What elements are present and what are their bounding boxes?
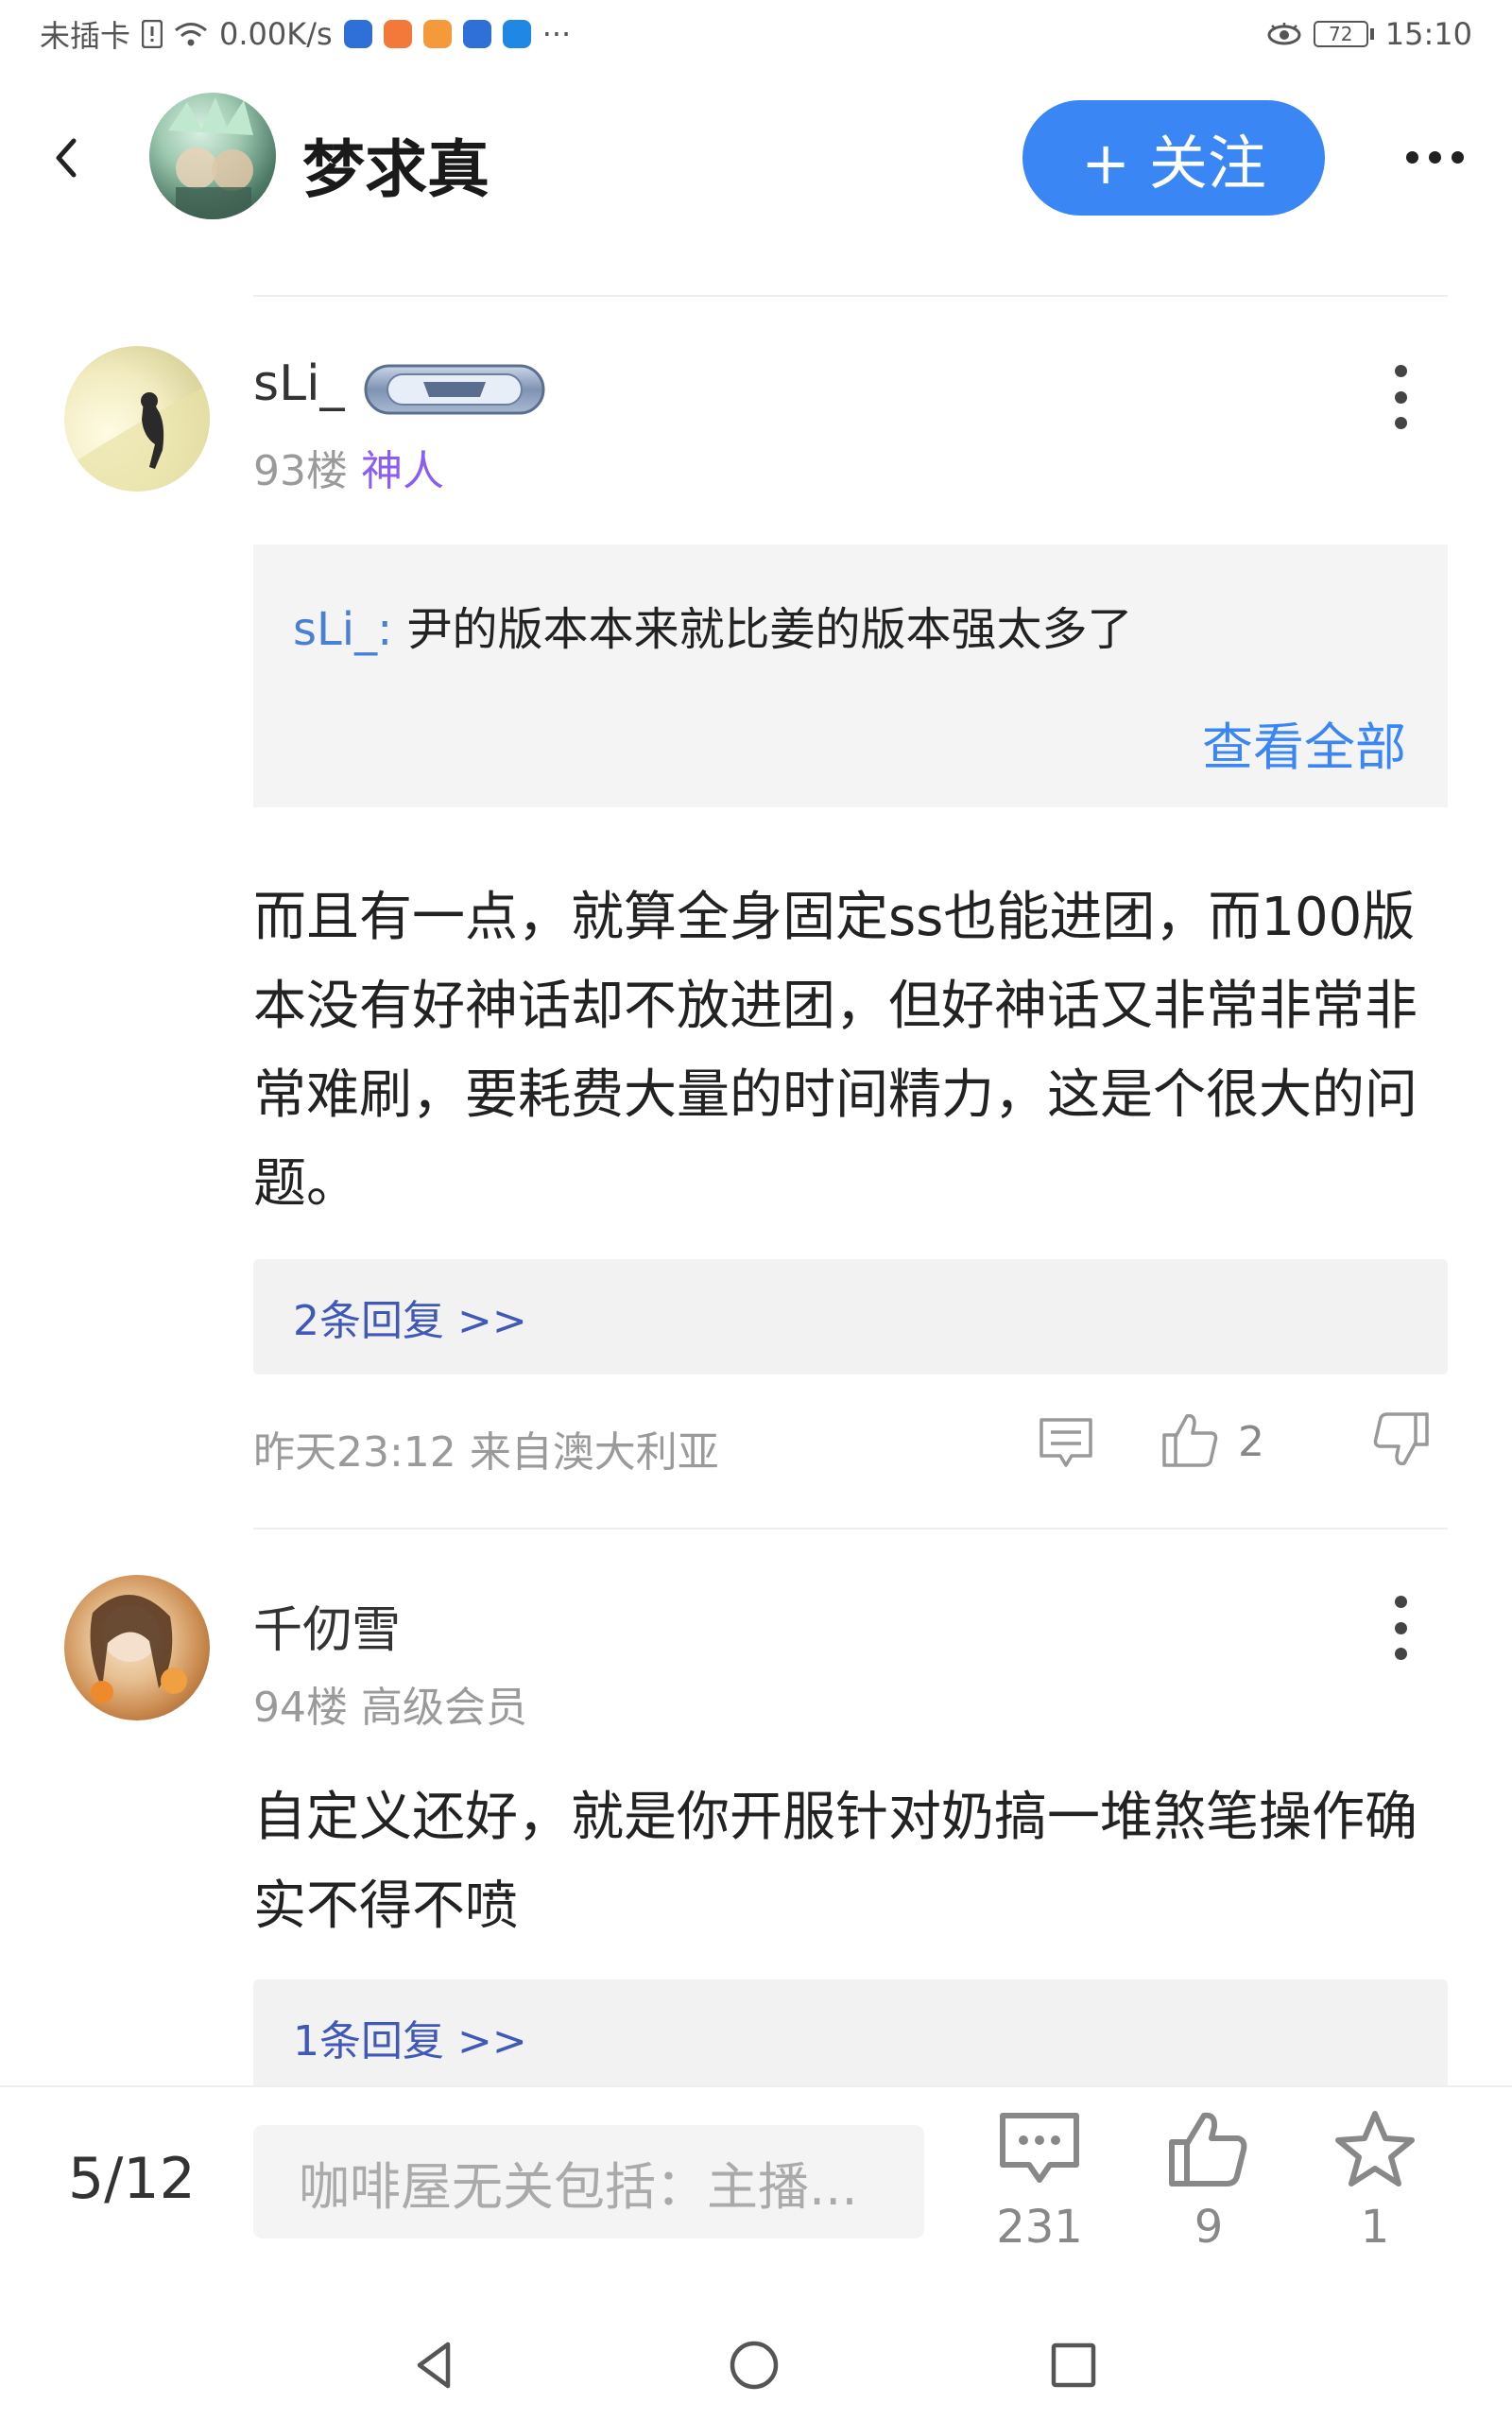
chevron-left-icon	[56, 138, 77, 178]
post-content: 而且有一点，就算全身固定ss也能进团，而100版本没有好神话却不放进团，但好神话…	[253, 887, 1418, 1215]
quoted-reply[interactable]: sLi_: 尹的版本本来就比姜的版本强太多了 查看全部	[253, 544, 1448, 807]
level-badge-icon	[364, 364, 545, 415]
floor-more-button[interactable]	[1380, 359, 1421, 435]
status-bar: 未插卡 0.00K/s ··· 72 15:10	[0, 0, 1512, 68]
page-indicator[interactable]: 5/12	[68, 2146, 196, 2212]
floor-more-button[interactable]	[1380, 1590, 1421, 1666]
post-meta: 昨天23:12 来自澳大利亚 2	[253, 1412, 1453, 1477]
user-avatar-image	[64, 384, 210, 492]
post-time: 昨天23:12	[253, 1428, 456, 1477]
like-count: 2	[1238, 1418, 1264, 1466]
reply-input[interactable]: 咖啡屋无关包括：主播...	[253, 2125, 924, 2238]
dot	[1428, 150, 1441, 164]
clock: 15:10	[1384, 16, 1472, 52]
thread-header: 梦求真 + 关注	[0, 85, 1512, 227]
wifi-icon	[175, 23, 207, 46]
more-notifications-icon: ···	[541, 16, 572, 52]
replies-link[interactable]: 2条回复 >>	[253, 1259, 1448, 1374]
battery-icon: 72	[1313, 21, 1374, 47]
post-time-location: 昨天23:12 来自澳大利亚	[253, 1418, 719, 1478]
app-notification-icon	[343, 20, 372, 48]
user-title: 高级会员	[361, 1684, 527, 1732]
dot	[1405, 150, 1418, 164]
username[interactable]: sLi_	[253, 355, 345, 412]
post-content: 自定义还好，就是你开服针对奶搞一堆煞笔操作确实不得不喷	[253, 1787, 1418, 1937]
replies-link[interactable]: 1条回复 >>	[253, 1979, 1448, 2095]
comment-icon	[1000, 2113, 1079, 2183]
bottom-action-bar: 5/12 咖啡屋无关包括：主播... 231 9 1	[0, 2085, 1512, 2308]
like-count: 9	[1194, 2201, 1224, 2254]
nav-home-icon[interactable]	[726, 2337, 782, 2394]
user-avatar[interactable]	[64, 346, 210, 492]
author-avatar-image	[168, 97, 253, 219]
view-all-link[interactable]: 查看全部	[1202, 705, 1406, 780]
dot	[1394, 417, 1407, 429]
divider	[253, 295, 1448, 297]
app-notification-icon	[383, 20, 412, 48]
network-speed: 0.00K/s	[219, 16, 333, 52]
dot	[1394, 1648, 1407, 1660]
star-icon	[1335, 2111, 1415, 2187]
dot	[1451, 150, 1464, 164]
username[interactable]: 千仞雪	[253, 1590, 401, 1661]
back-button[interactable]	[38, 125, 94, 191]
carrier-text: 未插卡	[40, 18, 131, 54]
floor-info: 93楼 神人	[253, 437, 444, 497]
nav-back-icon[interactable]	[406, 2337, 463, 2394]
comment-icon[interactable]	[1036, 1414, 1096, 1471]
favorite-button[interactable]: 1	[1314, 2110, 1436, 2280]
app-notification-icon	[422, 20, 452, 48]
user-title: 神人	[361, 447, 444, 495]
app-notification-icon	[462, 20, 491, 48]
comments-button[interactable]: 231	[978, 2110, 1101, 2280]
floor-info: 94楼 高级会员	[253, 1673, 527, 1734]
floor-number: 93楼	[253, 447, 348, 495]
battery-level: 72	[1313, 21, 1368, 47]
quote-content: 尹的版本本来就比姜的版本强太多了	[406, 603, 1133, 656]
more-options-button[interactable]	[1397, 129, 1472, 185]
thumbs-up-icon[interactable]	[1159, 1409, 1221, 1471]
comment-count: 231	[996, 2201, 1083, 2254]
dot	[1394, 1621, 1407, 1634]
follow-button[interactable]: + 关注	[1022, 100, 1325, 216]
floor-number: 94楼	[253, 1684, 348, 1732]
like-button[interactable]: 9	[1147, 2110, 1270, 2280]
user-avatar[interactable]	[64, 1575, 210, 1720]
eye-comfort-icon	[1267, 23, 1301, 45]
user-avatar-image	[90, 1594, 187, 1703]
dot	[1394, 365, 1407, 377]
app-notification-icon	[502, 20, 531, 48]
thumbs-up-icon	[1169, 2112, 1247, 2187]
dot	[1394, 390, 1407, 404]
quote-text: sLi_: 尹的版本本来就比姜的版本强太多了	[293, 592, 1133, 658]
divider	[253, 1528, 1448, 1530]
author-avatar[interactable]	[149, 93, 276, 219]
dot	[1394, 1596, 1407, 1608]
page-title: 梦求真	[302, 133, 490, 206]
favorite-count: 1	[1360, 2201, 1390, 2254]
sim-alert-icon	[142, 20, 163, 48]
system-navigation-bar	[0, 2308, 1512, 2420]
nav-recents-icon[interactable]	[1045, 2337, 1102, 2394]
thumbs-down-icon[interactable]	[1372, 1409, 1433, 1471]
post-location: 来自澳大利亚	[469, 1428, 719, 1477]
quote-author[interactable]: sLi_:	[293, 603, 392, 656]
